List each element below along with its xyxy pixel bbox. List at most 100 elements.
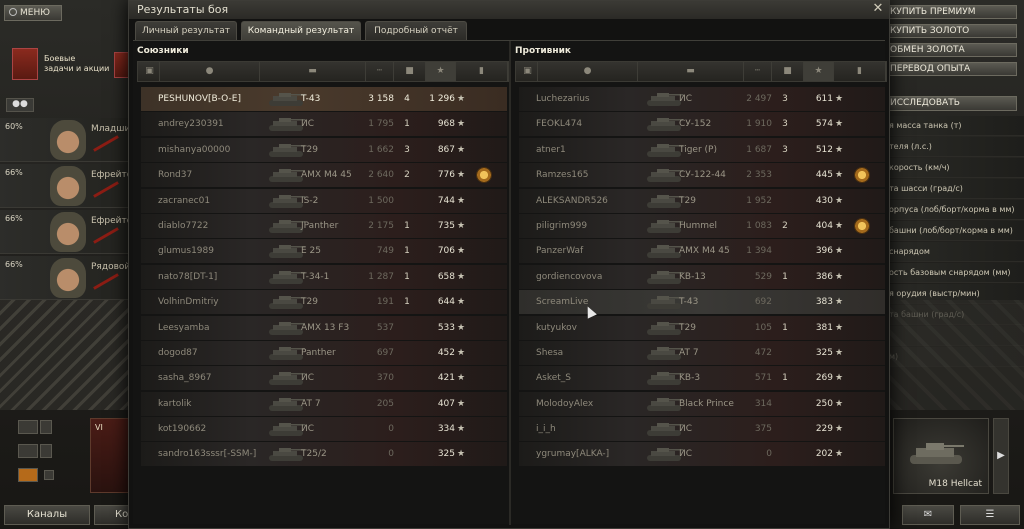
globe-icon[interactable] (18, 420, 38, 434)
xp-value: 396 (815, 246, 833, 257)
rank-stripe-icon (93, 227, 119, 244)
team-divider (509, 41, 511, 525)
table-row[interactable]: i_i_h ИС 375 229 ★ (519, 417, 885, 442)
tank-icon[interactable]: ▬ (638, 62, 744, 81)
medal-icon[interactable] (854, 217, 870, 234)
table-row[interactable]: mishanya00000 T29 1 662 3 867 ★ (141, 137, 507, 162)
table-row[interactable]: diablo7722 JPanther 2 175 1 735 ★ (141, 213, 507, 238)
enemies-title: Противник (515, 46, 572, 56)
buy-premium-button[interactable]: КУПИТЬ ПРЕМИУМ (885, 5, 1017, 19)
xp-value: 452 (437, 347, 455, 358)
frags-icon[interactable]: ■ (394, 62, 426, 81)
tab-detailed[interactable]: Подробный отчёт (365, 21, 467, 40)
table-row[interactable]: ygrumay[ALKA-] ИС 0 202 ★ (519, 442, 885, 467)
convert-xp-button[interactable]: ПЕРЕВОД ОПЫТА (885, 62, 1017, 76)
table-row[interactable]: kot190662 ИС 0 334 ★ (141, 417, 507, 442)
dropdown-arrow-icon[interactable] (40, 444, 52, 458)
table-row[interactable]: andrey230391 ИС 1 795 1 968 ★ (141, 112, 507, 137)
table-row[interactable]: nato78[DT-1] T-34-1 1 287 1 658 ★ (141, 264, 507, 289)
status-icon[interactable]: ▮ (834, 62, 886, 81)
tab-team[interactable]: Командный результат (241, 21, 361, 40)
table-row[interactable]: piligrim999 Hummel 1 083 2 404 ★ (519, 213, 885, 238)
frags-value: 4 (404, 94, 410, 104)
crew-member[interactable]: 66% Рядовой (0, 256, 130, 300)
xp-star-icon[interactable]: ★ (804, 62, 834, 81)
tank-name: AT 7 (301, 398, 321, 409)
squad-icon[interactable]: ▣ (140, 62, 160, 81)
channels-button[interactable]: Каналы (4, 505, 90, 525)
table-row[interactable]: MolodoyAlex Black Prince 314 250 ★ (519, 391, 885, 416)
list-button[interactable]: ☰ (960, 505, 1020, 525)
xp-value: 968 (437, 119, 455, 130)
damage-icon[interactable]: ┄ (744, 62, 772, 81)
tank-name: Tiger (P) (679, 144, 717, 155)
buy-gold-button[interactable]: КУПИТЬ ЗОЛОТО (885, 24, 1017, 38)
table-row[interactable]: gordiencovova KB-13 529 1 386 ★ (519, 264, 885, 289)
damage-value: 0 (766, 449, 772, 460)
player-name: nato78[DT-1] (158, 271, 218, 282)
crew-member[interactable]: 60% Младши (0, 118, 130, 162)
menu-button[interactable]: МЕНЮ (4, 5, 62, 21)
table-row[interactable]: glumus1989 E 25 749 1 706 ★ (141, 239, 507, 264)
crew-member[interactable]: 66% Ефрейто (0, 164, 132, 208)
crew-rank: Ефрейто (91, 216, 133, 226)
table-row[interactable]: sasha_8967 ИС 370 421 ★ (141, 366, 507, 391)
crew-member[interactable]: 66% Ефрейто (0, 210, 133, 254)
battle-results-dialog: Результаты боя ✕ Личный результат Команд… (128, 0, 890, 529)
frags-icon[interactable]: ■ (772, 62, 804, 81)
star-icon: ★ (835, 424, 844, 435)
research-button[interactable]: ИССЛЕДОВАТЬ (885, 96, 1017, 111)
table-row[interactable]: Leesyamba AMX 13 F3 537 533 ★ (141, 315, 507, 340)
player-icon[interactable]: ● (538, 62, 638, 81)
tank-card-left[interactable]: VI (90, 418, 132, 493)
tank-name: AT 7 (679, 347, 699, 358)
damage-icon[interactable]: ┄ (366, 62, 394, 81)
crew-skill-pct: 66% (5, 214, 23, 223)
table-row[interactable]: Rond37 AMX M4 45 2 640 2 776 ★ (141, 163, 507, 188)
frags-value: 3 (404, 144, 410, 155)
medal-icon[interactable] (854, 167, 870, 184)
table-row[interactable]: zacranec01 IS-2 1 500 744 ★ (141, 188, 507, 213)
table-row[interactable]: Luchezarius ИС 2 497 3 611 ★ (519, 87, 885, 111)
xp-star-icon[interactable]: ★ (426, 62, 456, 81)
status-icon[interactable]: ▮ (456, 62, 508, 81)
table-row[interactable]: FEOKL474 СУ-152 1 910 3 574 ★ (519, 112, 885, 137)
crew-header-icon[interactable]: ●● (6, 98, 34, 112)
checkbox[interactable] (44, 470, 54, 480)
table-row[interactable]: Asket_S KB-3 571 1 269 ★ (519, 366, 885, 391)
chat-button[interactable]: ✉ (902, 505, 954, 525)
missions-widget[interactable]: Боевые задачи и акции (6, 38, 136, 88)
table-row[interactable]: sandro163sssr[-SSM-] T25/2 0 325 ★ (141, 442, 507, 467)
table-row[interactable]: VolhinDmitriy T29 191 1 644 ★ (141, 290, 507, 315)
table-row[interactable]: dogod87 Panther 697 452 ★ (141, 340, 507, 365)
contacts-button[interactable]: Кон (94, 505, 132, 525)
tank-name: ИС (679, 94, 693, 104)
table-row[interactable]: ALEKSANDR526 T29 1 952 430 ★ (519, 188, 885, 213)
tab-personal[interactable]: Личный результат (135, 21, 237, 40)
damage-value: 2 353 (746, 170, 772, 181)
damage-value: 314 (754, 398, 772, 409)
medal-icon[interactable] (476, 167, 492, 184)
tank-icon[interactable]: ▬ (260, 62, 366, 81)
star-icon: ★ (457, 119, 466, 130)
table-row[interactable]: Ramzes165 СУ-122-44 2 353 445 ★ (519, 163, 885, 188)
table-row[interactable]: Shesa AT 7 472 325 ★ (519, 340, 885, 365)
star-icon: ★ (835, 246, 844, 257)
squad-icon[interactable]: ▣ (518, 62, 538, 81)
exchange-gold-button[interactable]: ОБМЕН ЗОЛОТА (885, 43, 1017, 57)
filter-icon[interactable] (18, 444, 38, 458)
table-row[interactable]: ScreamLive T-43 692 383 ★ (519, 290, 885, 315)
player-icon[interactable]: ● (160, 62, 260, 81)
scroll-right-icon[interactable]: ▶ (993, 418, 1009, 494)
close-icon[interactable]: ✕ (871, 2, 885, 16)
xp-value: 867 (437, 144, 455, 155)
table-row[interactable]: atner1 Tiger (P) 1 687 3 512 ★ (519, 137, 885, 162)
table-row[interactable]: PanzerWaf AMX M4 45 1 394 396 ★ (519, 239, 885, 264)
tank-type-icon[interactable] (18, 468, 38, 482)
table-row[interactable]: kutyukov T29 105 1 381 ★ (519, 315, 885, 340)
frags-value: 1 (782, 271, 788, 282)
table-row[interactable]: PESHUNOV[B-O-E] T-43 3 158 4 1 296 ★ (141, 87, 507, 111)
table-row[interactable]: kartolik AT 7 205 407 ★ (141, 391, 507, 416)
dropdown-arrow-icon[interactable] (40, 420, 52, 434)
selected-tank-card[interactable]: M18 Hellcat (893, 418, 989, 494)
